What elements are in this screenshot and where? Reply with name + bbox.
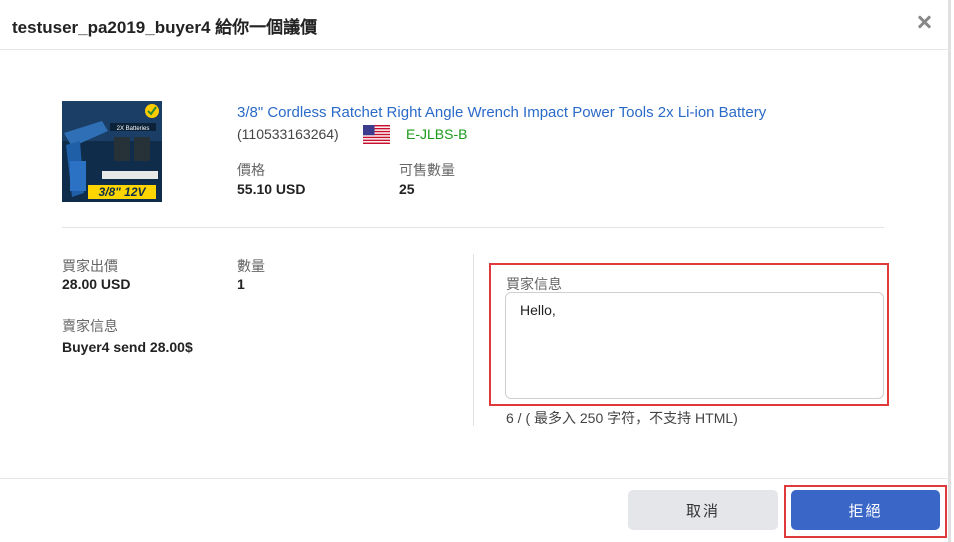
buyer-message-label: 買家信息	[506, 276, 562, 292]
buyer-message-textarea[interactable]: Hello,	[505, 292, 884, 399]
close-icon[interactable]	[915, 12, 933, 32]
us-flag-icon	[363, 125, 390, 144]
image-caption-bottom: 3/8" 12V	[98, 185, 146, 199]
image-caption-top: 2X Batteries	[117, 126, 150, 132]
character-counter: 6 / ( 最多入 250 字符，不支持 HTML)	[506, 410, 738, 426]
offer-dialog: testuser_pa2019_buyer4 給你一個議價 2X Batteri…	[0, 0, 951, 542]
available-qty-value: 25	[399, 181, 415, 197]
buyer-price-label: 買家出價	[62, 258, 118, 274]
available-qty-label: 可售數量	[399, 162, 455, 178]
buyer-price-value: 28.00 USD	[62, 276, 131, 292]
seller-name: E-JLBS-B	[406, 126, 468, 142]
dialog-title: testuser_pa2019_buyer4 給你一個議價	[12, 18, 318, 37]
cancel-button[interactable]: 取消	[628, 490, 778, 530]
column-divider	[473, 254, 474, 426]
reject-button[interactable]: 拒絕	[791, 490, 940, 530]
product-image: 2X Batteries 3/8" 12V	[62, 101, 162, 202]
footer-divider	[0, 478, 951, 479]
offer-quantity-label: 數量	[237, 258, 265, 274]
offer-quantity-value: 1	[237, 276, 245, 292]
seller-message-label: 賣家信息	[62, 318, 118, 334]
section-divider	[62, 227, 884, 228]
product-title-link[interactable]: 3/8" Cordless Ratchet Right Angle Wrench…	[237, 104, 766, 121]
item-id: (110533163264)	[237, 126, 339, 142]
seller-message-value: Buyer4 send 28.00$	[62, 339, 193, 355]
dialog-header: testuser_pa2019_buyer4 給你一個議價	[0, 0, 951, 50]
price-label: 價格	[237, 162, 265, 178]
price-value: 55.10 USD	[237, 181, 306, 197]
